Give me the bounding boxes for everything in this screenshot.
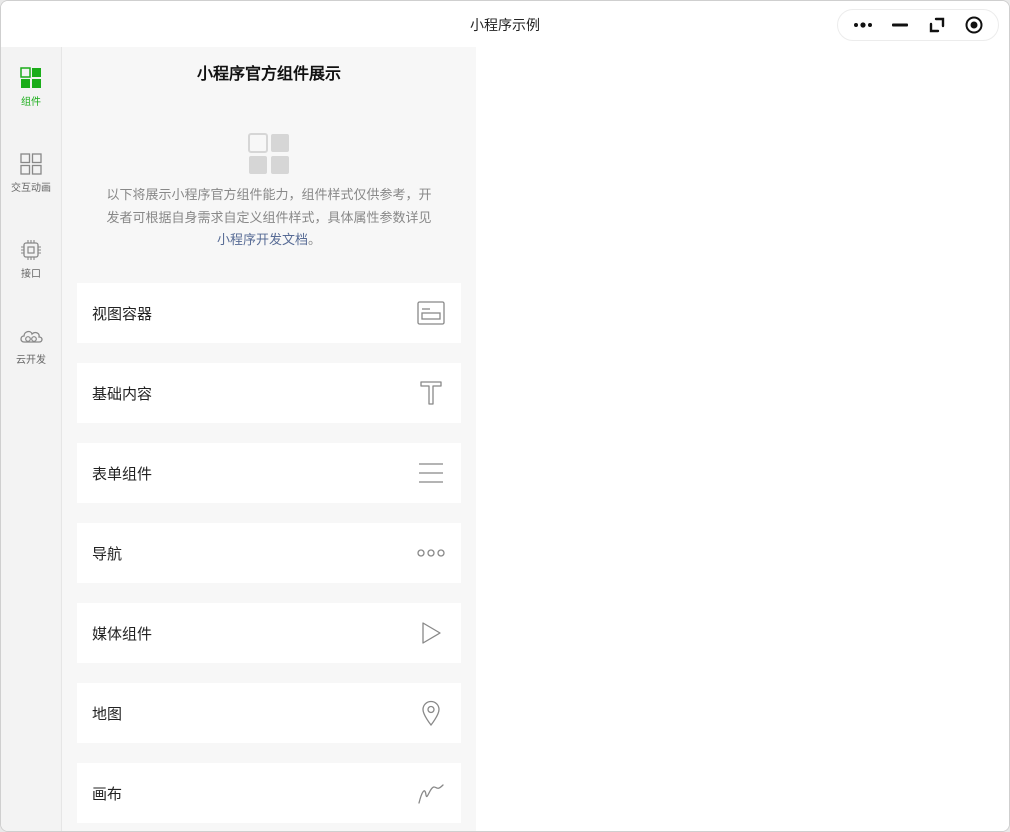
form-lines-icon [417,459,445,487]
tab-animation[interactable]: 交互动画 [1,153,61,213]
list-item-navigation[interactable]: 导航 [77,523,461,583]
blank-content-area [476,47,1009,831]
list-item-canvas[interactable]: 画布 [77,763,461,823]
tab-api[interactable]: 接口 [1,239,61,299]
more-button[interactable] [844,10,881,40]
description-end: 。 [308,233,322,248]
tab-label: 组件 [21,97,41,108]
list-item-form-components[interactable]: 表单组件 [77,443,461,503]
tab-components[interactable]: 组件 [1,67,61,127]
animation-icon [20,153,42,175]
list-item-label: 画布 [92,785,123,803]
app-window: 小程序示例 组件 交互动画 接口 云开发 小程序官方组件展示 以下将展示小程序官… [0,0,1010,832]
list-item-label: 地图 [92,705,123,723]
cloud-icon [20,330,43,343]
list-item-label: 基础内容 [92,385,153,403]
record-icon [965,16,982,34]
page-title: 小程序官方组件展示 [196,64,341,83]
canvas-stroke-icon [417,779,445,807]
minimize-icon [891,23,908,27]
map-pin-icon [417,699,445,727]
restore-icon [929,17,944,33]
list-item-basic-content[interactable]: 基础内容 [77,363,461,423]
list-item-media-components[interactable]: 媒体组件 [77,603,461,663]
minimize-button[interactable] [881,10,918,40]
tab-bar: 组件 交互动画 接口 云开发 [1,47,62,831]
list-item-view-container[interactable]: 视图容器 [77,283,461,343]
chip-icon [21,240,41,260]
components-icon [20,67,41,88]
view-container-icon [417,299,445,327]
navigation-dots-icon [417,539,445,567]
tab-label: 云开发 [16,355,46,366]
page-description: 以下将展示小程序官方组件能力，组件样式仅供参考，开发者可根据自身需求自定义组件样… [104,185,434,253]
capsule-menu [837,9,999,41]
play-icon [417,619,445,647]
more-dots-icon [853,22,872,28]
text-icon [417,379,445,407]
tab-cloud[interactable]: 云开发 [1,325,61,385]
list-item-label: 媒体组件 [92,625,153,643]
tab-label: 接口 [21,269,41,280]
list-item-label: 表单组件 [92,465,153,483]
components-hero-icon [248,133,289,174]
list-item-label: 导航 [92,545,123,563]
dev-docs-link[interactable]: 小程序开发文档 [217,233,308,248]
description-text: 以下将展示小程序官方组件能力，组件样式仅供参考，开发者可根据自身需求自定义组件样… [106,188,432,226]
restore-button[interactable] [918,10,955,40]
tab-label: 交互动画 [11,183,51,194]
title-bar: 小程序示例 [1,1,1009,47]
close-button[interactable] [955,10,992,40]
components-page: 小程序官方组件展示 以下将展示小程序官方组件能力，组件样式仅供参考，开发者可根据… [62,47,476,831]
list-item-label: 视图容器 [92,305,153,323]
list-item-map[interactable]: 地图 [77,683,461,743]
